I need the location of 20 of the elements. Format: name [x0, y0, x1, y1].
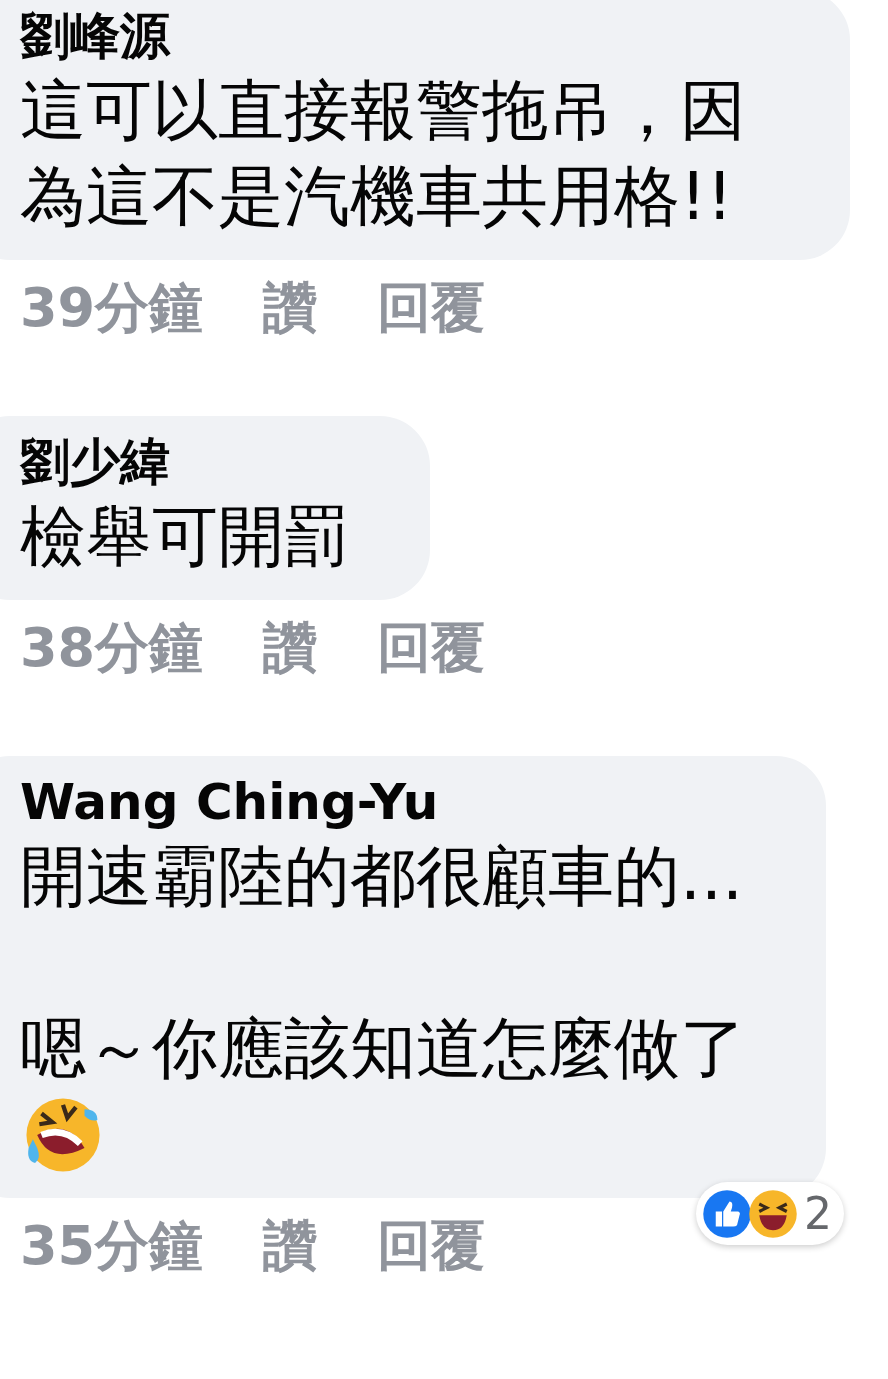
reply-link[interactable]: 回覆 [377, 1209, 486, 1283]
comment-time[interactable]: 35分鐘 [20, 1209, 204, 1283]
comment-text: 嗯～你應該知道怎麼做了 [20, 1009, 746, 1089]
reaction-badge[interactable]: 2 [696, 1182, 844, 1245]
reply-link[interactable]: 回覆 [377, 271, 486, 345]
like-link[interactable]: 讚 [263, 1209, 318, 1283]
comment-time[interactable]: 38分鐘 [20, 611, 204, 685]
comment-text: 開速霸陸的都很顧車的... [20, 837, 744, 917]
reaction-count: 2 [804, 1188, 832, 1239]
reply-link[interactable]: 回覆 [377, 611, 486, 685]
laughing-face-icon [748, 1188, 798, 1239]
comment-author[interactable]: Wang Ching-Yu [20, 770, 746, 834]
comment-author[interactable]: 劉峰源 [20, 4, 770, 68]
like-link[interactable]: 讚 [263, 611, 318, 685]
comment-time[interactable]: 39分鐘 [20, 271, 204, 345]
comment-author[interactable]: 劉少緯 [20, 430, 350, 494]
like-link[interactable]: 讚 [263, 271, 318, 345]
thumbs-up-icon [702, 1188, 752, 1239]
comment-text: 檢舉可開罰 [20, 497, 350, 577]
comment-text: 這可以直接報警拖吊，因為這不是汽機車共用格!! [20, 71, 747, 237]
